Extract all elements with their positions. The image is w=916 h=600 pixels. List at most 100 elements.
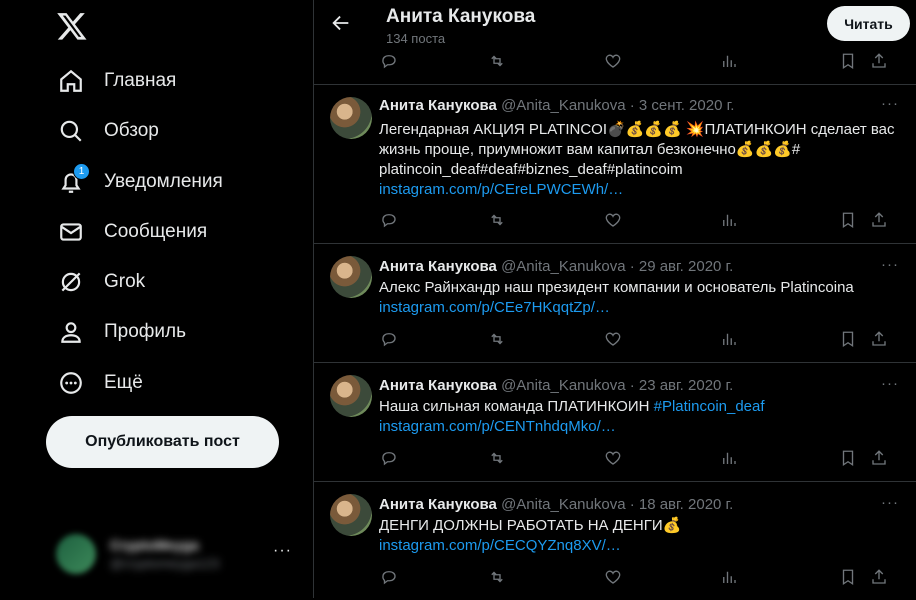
avatar[interactable] [330, 97, 372, 139]
bookmark-icon[interactable] [839, 52, 859, 72]
tweet-link[interactable]: instagram.com/p/CECQYZnq8XV/… [379, 536, 899, 556]
tweet-line-wrap: Наша сильная команда ПЛАТИНКОИН #Platinc… [379, 397, 899, 417]
reply-icon[interactable] [380, 211, 400, 231]
tweet-text: Легендарная АКЦИЯ PLATINCOI💣💰💰💰 💥ПЛАТИНК… [379, 120, 899, 200]
tweet-meta: @Anita_Kanukova · 29 авг. 2020 г. [501, 258, 734, 275]
publish-post-button[interactable]: Опубликовать пост [46, 416, 279, 468]
tweet-more-icon[interactable]: ··· [881, 95, 899, 112]
home-icon [58, 68, 84, 94]
tweet-line: ДЕНГИ ДОЛЖНЫ РАБОТАТЬ НА ДЕНГИ💰 [379, 517, 682, 534]
x-logo-icon[interactable] [56, 10, 88, 42]
views-icon[interactable] [720, 52, 740, 72]
grok-icon [58, 269, 84, 295]
nav-home[interactable]: Главная [44, 58, 190, 104]
views-icon[interactable] [720, 568, 740, 588]
nav-more[interactable]: Ещё [44, 360, 157, 406]
profile-header: Анита Канукова 134 поста Читать [314, 0, 916, 53]
tweet-meta: @Anita_Kanukova · 23 авг. 2020 г. [501, 377, 734, 394]
repost-icon[interactable] [488, 52, 508, 72]
views-icon[interactable] [720, 330, 740, 350]
repost-icon[interactable] [488, 568, 508, 588]
views-icon[interactable] [720, 211, 740, 231]
tweet[interactable]: Анита Канукова @Anita_Kanukova · 3 сент.… [314, 85, 916, 244]
tweet-meta: @Anita_Kanukova · 3 сент. 2020 г. [501, 97, 735, 114]
page-title: Анита Канукова [386, 6, 536, 27]
avatar[interactable] [330, 375, 372, 417]
tweet[interactable]: Анита Канукова @Anita_Kanukova · 18 авг.… [314, 482, 916, 600]
bell-icon: 1 [58, 163, 90, 195]
tweet[interactable]: Анита Канукова @Anita_Kanukova · 23 авг.… [314, 363, 916, 482]
reply-icon[interactable] [380, 52, 400, 72]
like-icon[interactable] [604, 52, 624, 72]
tweet[interactable]: Анита Канукова @Anita_Kanukova · 29 авг.… [314, 244, 916, 363]
repost-icon[interactable] [488, 211, 508, 231]
bookmark-icon[interactable] [839, 568, 859, 588]
like-icon[interactable] [604, 211, 624, 231]
tweet-actions [380, 568, 896, 590]
search-icon [58, 118, 84, 144]
share-icon[interactable] [870, 211, 890, 231]
like-icon[interactable] [604, 449, 624, 469]
nav-explore[interactable]: Обзор [44, 108, 173, 154]
person-icon [58, 319, 84, 345]
nav-notifications[interactable]: 1 Уведомления [44, 159, 237, 205]
tweet-actions [380, 330, 896, 352]
notification-badge: 1 [73, 163, 90, 180]
hashtag-link[interactable]: #Platincoin_deaf [654, 398, 765, 415]
tweet-line: жизнь проще, приумножит вам капитал безк… [379, 141, 801, 158]
bookmark-icon[interactable] [839, 330, 859, 350]
account-more-icon[interactable]: ··· [273, 542, 292, 560]
nav-home-label: Главная [104, 70, 177, 91]
tweet-actions [380, 449, 896, 471]
reply-icon[interactable] [380, 449, 400, 469]
share-icon[interactable] [870, 568, 890, 588]
account-avatar [56, 534, 96, 574]
repost-icon[interactable] [488, 449, 508, 469]
tweet-line: platincoin_deaf#deaf#biznes_deaf#platinc… [379, 161, 683, 178]
tweet-author[interactable]: Анита Канукова [379, 496, 497, 513]
tweet-link[interactable]: instagram.com/p/CEreLPWCEWh/… [379, 180, 899, 200]
nav-more-label: Ещё [104, 372, 143, 393]
tweet-header: Анита Канукова @Anita_Kanukova · 29 авг.… [379, 258, 733, 275]
back-arrow-icon[interactable] [330, 12, 354, 36]
avatar[interactable] [330, 494, 372, 536]
tweet-author[interactable]: Анита Канукова [379, 97, 497, 114]
share-icon[interactable] [870, 449, 890, 469]
account-name: CryptoMeyga [110, 537, 199, 553]
reply-icon[interactable] [380, 568, 400, 588]
bookmark-icon[interactable] [839, 211, 859, 231]
tweet-more-icon[interactable]: ··· [881, 494, 899, 511]
share-icon[interactable] [870, 52, 890, 72]
account-handle: @cryptomeyga123 [110, 556, 220, 571]
like-icon[interactable] [604, 330, 624, 350]
account-text: CryptoMeyga @cryptomeyga123 [110, 537, 219, 571]
repost-icon[interactable] [488, 330, 508, 350]
like-icon[interactable] [604, 568, 624, 588]
nav-profile[interactable]: Профиль [44, 309, 200, 355]
post-count: 134 поста [386, 31, 446, 46]
reply-icon[interactable] [380, 330, 400, 350]
tweet-link[interactable]: instagram.com/p/CEe7HKqqtZp/… [379, 298, 899, 318]
tweet-link[interactable]: instagram.com/p/CENTnhdqMko/… [379, 417, 899, 437]
account-switcher[interactable]: CryptoMeyga @cryptomeyga123 ··· [44, 528, 306, 580]
follow-button[interactable]: Читать [827, 6, 910, 41]
nav-messages-label: Сообщения [104, 221, 208, 242]
tweet-author[interactable]: Анита Канукова [379, 377, 497, 394]
tweet-actions [380, 52, 896, 74]
tweet-actions [380, 211, 896, 233]
views-icon[interactable] [720, 449, 740, 469]
tweet-more-icon[interactable]: ··· [881, 375, 899, 392]
nav-grok[interactable]: Grok [44, 259, 159, 305]
share-icon[interactable] [870, 330, 890, 350]
tweet-more-icon[interactable]: ··· [881, 256, 899, 273]
tweet-header: Анита Канукова @Anita_Kanukova · 18 авг.… [379, 496, 733, 513]
tweet-line: Наша сильная команда ПЛАТИНКОИН [379, 398, 654, 415]
tweet-header: Анита Канукова @Anita_Kanukova · 23 авг.… [379, 377, 733, 394]
avatar[interactable] [330, 256, 372, 298]
tweet-text: Алекс Райнхандр наш президент компании и… [379, 278, 899, 318]
tweet-header: Анита Канукова @Anita_Kanukova · 3 сент.… [379, 97, 734, 114]
tweet-author[interactable]: Анита Канукова [379, 258, 497, 275]
nav-notifications-label: Уведомления [104, 171, 223, 192]
bookmark-icon[interactable] [839, 449, 859, 469]
nav-messages[interactable]: Сообщения [44, 209, 221, 255]
